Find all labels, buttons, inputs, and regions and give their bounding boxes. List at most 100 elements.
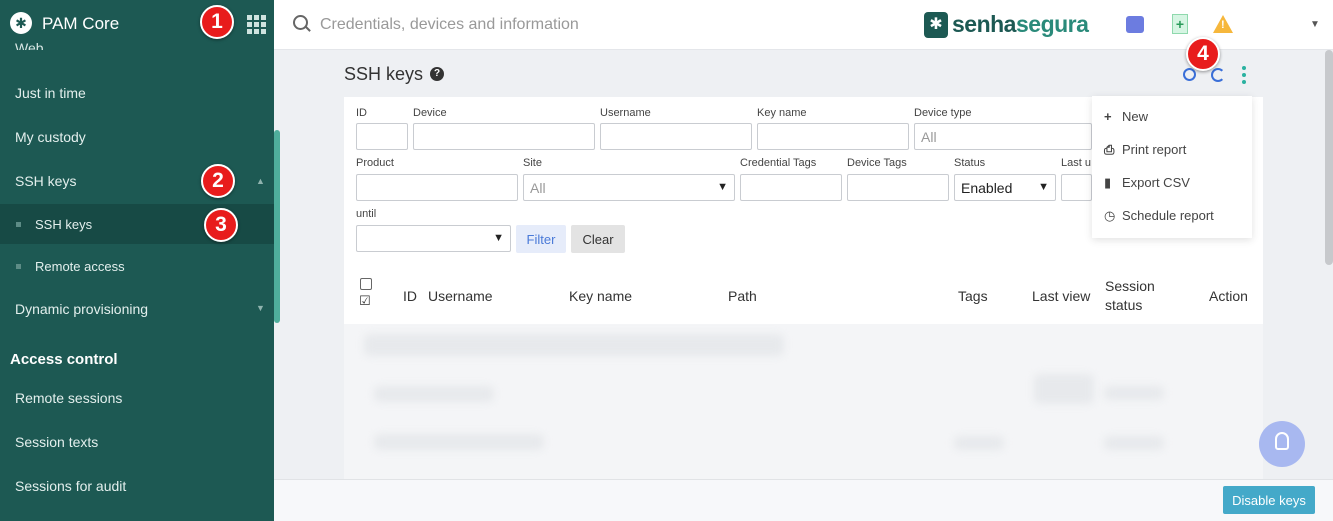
filter-button[interactable]: Filter (516, 225, 566, 253)
chevron-down-icon[interactable]: ▼ (256, 303, 265, 313)
column-header-action[interactable]: Action (1209, 288, 1248, 304)
filter-last-view-input[interactable] (1061, 174, 1092, 201)
filter-device-tags-input[interactable] (847, 174, 949, 201)
brand-name-part1: senha (952, 11, 1016, 37)
column-header-session-status-line1[interactable]: Session (1105, 278, 1155, 294)
annotation-badge-2: 2 (201, 164, 235, 198)
table-row (374, 434, 544, 450)
search-icon (293, 15, 308, 30)
top-bar: ✱ senhasegura + ! ▼ (274, 0, 1333, 50)
apps-grid-icon[interactable] (247, 15, 267, 34)
filter-label-id: ID (356, 107, 367, 119)
filter-label-device-tags: Device Tags (847, 157, 907, 169)
filter-credential-tags-input[interactable] (740, 174, 842, 201)
filter-label-last-u: Last u (1061, 157, 1091, 169)
add-file-icon[interactable]: + (1172, 14, 1188, 34)
sidebar-item-ssh-keys[interactable]: SSH keys (15, 173, 76, 189)
options-dropdown-menu: + New ⎙ Print report ▮ Export CSV ◷ Schedule… (1092, 96, 1252, 238)
select-value: Enabled (961, 180, 1013, 196)
caret-down-icon: ▼ (493, 232, 504, 244)
sidebar-item-my-custody[interactable]: My custody (15, 129, 86, 145)
chevron-up-icon[interactable]: ▲ (256, 176, 265, 186)
check-icon[interactable]: ☑ (359, 293, 371, 309)
page-scrollbar[interactable] (1325, 50, 1333, 265)
annotation-badge-4: 4 (1186, 37, 1220, 71)
user-menu-chevron-down-icon[interactable]: ▼ (1310, 19, 1320, 30)
filter-label-status: Status (954, 157, 986, 169)
filter-label-product: Product (356, 157, 394, 169)
sidebar-item-sessions-for-audit[interactable]: Sessions for audit (15, 478, 126, 494)
menu-item-label: Export CSV (1122, 175, 1190, 190)
menu-item-export-csv[interactable]: ▮ Export CSV (1104, 175, 1190, 191)
sidebar-item-session-texts[interactable]: Session texts (15, 434, 98, 450)
clear-button[interactable]: Clear (571, 225, 625, 253)
sidebar-item-remote-sessions[interactable]: Remote sessions (15, 390, 122, 406)
help-icon[interactable]: ? (430, 67, 444, 81)
select-all-checkbox[interactable] (360, 278, 372, 290)
menu-item-print-report[interactable]: ⎙ Print report (1104, 142, 1186, 158)
sidebar-item-dynamic-provisioning[interactable]: Dynamic provisioning (15, 301, 148, 317)
menu-item-new[interactable]: + New (1104, 109, 1148, 124)
filter-username-input[interactable] (600, 123, 752, 150)
more-options-icon[interactable] (1242, 66, 1246, 84)
sidebar-subitem-label: Remote access (35, 259, 125, 274)
filter-label-key-name: Key name (757, 107, 807, 119)
table-body-blurred (344, 324, 1263, 479)
column-header-id[interactable]: ID (403, 288, 417, 304)
select-value: All (921, 129, 937, 145)
filter-site-select[interactable]: All ▼ (523, 174, 735, 201)
menu-item-label: Print report (1122, 142, 1187, 157)
sidebar: ✱ PAM Core Web Just in time My custody S… (0, 0, 274, 521)
table-row (954, 436, 1004, 450)
filter-label-username: Username (600, 107, 651, 119)
app-logo-icon: ✱ (10, 12, 32, 34)
column-header-last-view[interactable]: Last view (1032, 288, 1090, 304)
table-row (374, 386, 494, 402)
filter-status-select[interactable]: Enabled ▼ (954, 174, 1056, 201)
file-icon: ▮ (1104, 175, 1112, 190)
home-icon[interactable] (1126, 16, 1144, 33)
warning-icon[interactable]: ! (1213, 15, 1233, 33)
disable-keys-button[interactable]: Disable keys (1223, 486, 1315, 514)
sidebar-subitem-label: SSH keys (35, 217, 93, 232)
select-value: All (530, 180, 546, 196)
plus-icon: + (1104, 109, 1112, 124)
app-title: PAM Core (42, 14, 120, 33)
filter-label-until: until (356, 208, 377, 220)
refresh-icon[interactable] (1211, 68, 1225, 82)
filter-label-device-type: Device type (914, 107, 972, 119)
column-header-session-status-line2[interactable]: status (1105, 297, 1142, 313)
sidebar-section-access-control: Access control (10, 351, 118, 368)
page-title: SSH keys (344, 64, 424, 84)
global-search-input[interactable] (320, 13, 820, 37)
menu-item-label: New (1122, 109, 1149, 124)
footer-bar (274, 479, 1333, 521)
filter-key-name-input[interactable] (757, 123, 909, 150)
filter-label-device: Device (413, 107, 447, 119)
table-row (364, 334, 784, 356)
column-header-username[interactable]: Username (428, 288, 493, 304)
brand-logo-icon: ✱ (924, 12, 948, 38)
filter-device-input[interactable] (413, 123, 595, 150)
menu-item-label: Schedule report (1122, 208, 1214, 223)
filter-product-input[interactable] (356, 174, 518, 201)
filter-until-select[interactable]: ▼ (356, 225, 511, 252)
column-header-path[interactable]: Path (728, 288, 757, 304)
column-header-tags[interactable]: Tags (958, 288, 988, 304)
sidebar-scrollbar[interactable] (274, 130, 280, 323)
menu-item-schedule-report[interactable]: ◷ Schedule report (1104, 208, 1214, 224)
lightbulb-icon[interactable] (1259, 421, 1305, 467)
filter-id-input[interactable] (356, 123, 408, 150)
printer-icon: ⎙ (1104, 142, 1115, 157)
brand-name-part2: segura (1015, 11, 1089, 37)
table-row (1034, 374, 1094, 404)
search-icon[interactable] (1183, 68, 1196, 81)
sidebar-item-web[interactable]: Web (15, 38, 44, 50)
sidebar-item-just-in-time[interactable]: Just in time (15, 85, 86, 101)
sidebar-subitem-remote-access[interactable]: Remote access (0, 246, 274, 286)
column-header-key-name[interactable]: Key name (569, 288, 632, 304)
filter-device-type-select[interactable]: All (914, 123, 1092, 150)
caret-down-icon: ▼ (717, 181, 728, 193)
table-row (1104, 436, 1164, 450)
bullet-icon (16, 222, 21, 227)
